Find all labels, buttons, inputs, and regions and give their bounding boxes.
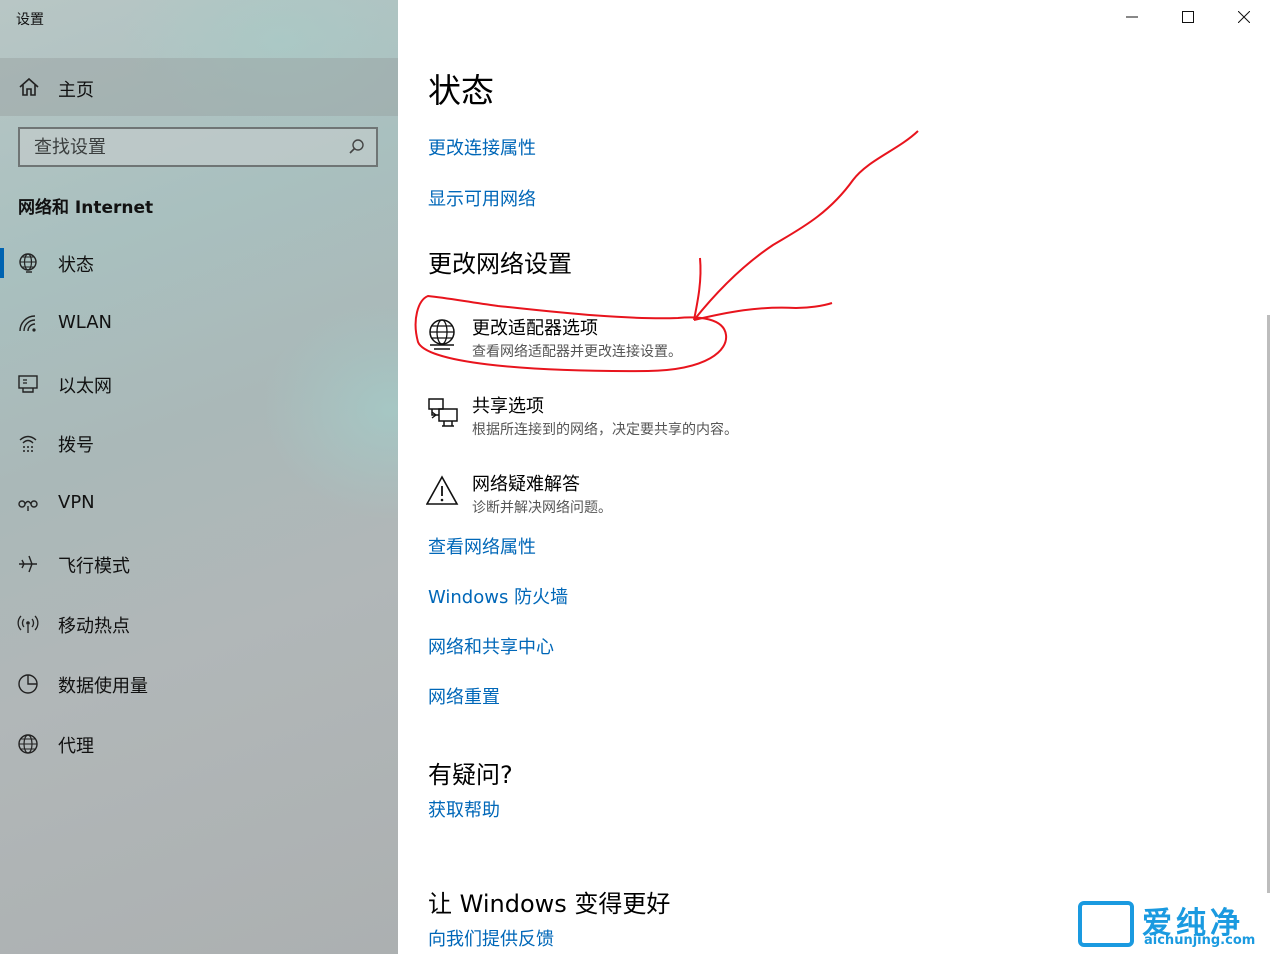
maximize-icon xyxy=(1182,8,1194,27)
show-available-networks-link[interactable]: 显示可用网络 xyxy=(428,185,536,211)
sharing-options[interactable]: 共享选项 根据所连接到的网络，决定要共享的内容。 xyxy=(426,392,946,448)
sidebar-item-vpn[interactable]: VPN xyxy=(0,479,398,529)
questions-heading: 有疑问? xyxy=(428,761,513,789)
sidebar-item-label: 移动热点 xyxy=(58,616,130,637)
sidebar-item-label: 代理 xyxy=(58,736,94,757)
sharing-icon xyxy=(426,396,460,430)
watermark-url: aichunjing.com xyxy=(1144,933,1256,948)
option-title: 共享选项 xyxy=(472,396,544,417)
windows-firewall-link[interactable]: Windows 防火墙 xyxy=(428,583,568,609)
sidebar: 设置 主页 网络和 Internet 状态 WLAN 以太网 xyxy=(0,0,398,954)
close-button[interactable] xyxy=(1216,0,1272,34)
option-description: 查看网络适配器并更改连接设置。 xyxy=(472,344,682,360)
page-title: 状态 xyxy=(428,71,494,110)
data-usage-icon xyxy=(17,673,41,695)
sidebar-item-label: VPN xyxy=(58,492,95,513)
search-box[interactable] xyxy=(18,127,378,167)
option-title: 更改适配器选项 xyxy=(472,318,598,339)
adapter-globe-icon xyxy=(426,318,460,352)
search-input[interactable] xyxy=(20,129,340,165)
sidebar-item-label: WLAN xyxy=(58,312,113,333)
sidebar-item-label: 数据使用量 xyxy=(58,676,148,697)
sidebar-home-label: 主页 xyxy=(58,80,94,101)
get-help-link[interactable]: 获取帮助 xyxy=(428,796,500,822)
sidebar-item-data-usage[interactable]: 数据使用量 xyxy=(0,659,398,709)
main-content: 状态 更改连接属性 显示可用网络 更改网络设置 更改适配器选项 查看网络适配器并… xyxy=(398,0,1272,954)
option-description: 根据所连接到的网络，决定要共享的内容。 xyxy=(472,422,738,438)
sidebar-item-label: 状态 xyxy=(58,255,94,276)
annotation-arrow-shaft xyxy=(693,130,919,321)
change-adapter-options[interactable]: 更改适配器选项 查看网络适配器并更改连接设置。 xyxy=(426,314,946,370)
active-indicator xyxy=(0,248,4,278)
sidebar-item-proxy[interactable]: 代理 xyxy=(0,719,398,769)
hotspot-icon xyxy=(17,613,41,635)
sidebar-item-ethernet[interactable]: 以太网 xyxy=(0,359,398,409)
warning-icon xyxy=(425,474,460,508)
minimize-icon xyxy=(1126,8,1138,27)
wifi-icon xyxy=(17,313,41,335)
home-icon xyxy=(18,77,40,101)
globe-status-icon xyxy=(17,252,41,274)
network-troubleshooter[interactable]: 网络疑难解答 诊断并解决网络问题。 xyxy=(425,470,946,526)
ethernet-icon xyxy=(17,373,41,395)
network-sharing-center-link[interactable]: 网络和共享中心 xyxy=(428,633,554,659)
watermark-logo: 爱纯净 aichunjing.com xyxy=(1076,896,1266,952)
sidebar-home[interactable]: 主页 xyxy=(0,58,398,116)
sidebar-item-airplane[interactable]: 飞行模式 xyxy=(0,539,398,589)
option-description: 诊断并解决网络问题。 xyxy=(472,500,612,516)
sidebar-item-dialup[interactable]: 拨号 xyxy=(0,418,398,468)
window-title: 设置 xyxy=(16,12,44,28)
sidebar-item-hotspot[interactable]: 移动热点 xyxy=(0,599,398,649)
proxy-globe-icon xyxy=(17,733,41,755)
sidebar-item-wlan[interactable]: WLAN xyxy=(0,299,398,349)
change-connection-properties-link[interactable]: 更改连接属性 xyxy=(428,134,536,160)
search-icon[interactable] xyxy=(348,138,366,160)
scrollbar[interactable] xyxy=(1267,315,1270,893)
view-network-properties-link[interactable]: 查看网络属性 xyxy=(428,533,536,559)
sidebar-item-status[interactable]: 状态 xyxy=(0,238,398,288)
maximize-button[interactable] xyxy=(1160,0,1216,34)
airplane-icon xyxy=(17,553,41,575)
vpn-icon xyxy=(17,493,41,515)
watermark-icon xyxy=(1078,901,1134,947)
option-title: 网络疑难解答 xyxy=(472,474,580,495)
make-windows-better-heading: 让 Windows 变得更好 xyxy=(428,890,671,918)
sidebar-section-title: 网络和 Internet xyxy=(18,198,154,218)
minimize-button[interactable] xyxy=(1104,0,1160,34)
close-icon xyxy=(1237,8,1251,27)
network-reset-link[interactable]: 网络重置 xyxy=(428,683,500,709)
change-network-settings-heading: 更改网络设置 xyxy=(428,250,572,278)
dialup-icon xyxy=(17,432,41,454)
annotation-arrow-head-left xyxy=(693,257,702,321)
sidebar-item-label: 飞行模式 xyxy=(58,556,130,577)
give-feedback-link[interactable]: 向我们提供反馈 xyxy=(428,925,554,951)
sidebar-item-label: 以太网 xyxy=(58,376,112,397)
sidebar-item-label: 拨号 xyxy=(58,435,94,456)
